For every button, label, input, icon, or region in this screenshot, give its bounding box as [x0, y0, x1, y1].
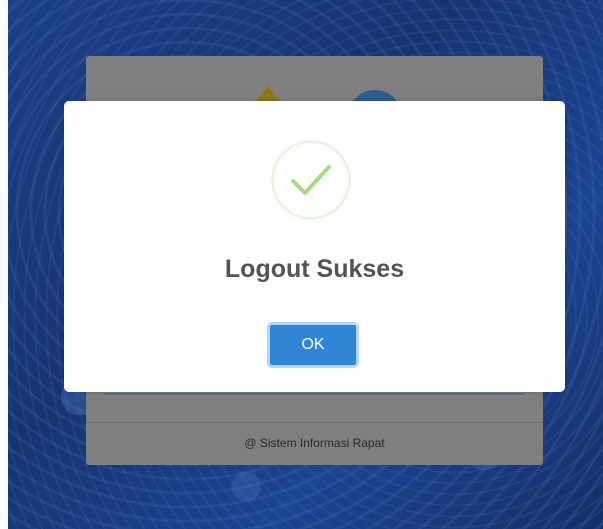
checkmark-icon: [291, 165, 331, 195]
ok-button[interactable]: OK: [267, 322, 359, 368]
footer-divider: [86, 422, 543, 423]
dialog-title: Logout Sukses: [224, 255, 405, 283]
screen: @ Sistem Informasi Rapat Logout Sukses O…: [0, 0, 603, 529]
footer-copyright: @ Sistem Informasi Rapat: [244, 436, 385, 450]
logout-success-dialog: Logout Sukses OK: [64, 101, 565, 392]
form-divider: [104, 393, 525, 395]
success-check-icon: [271, 140, 351, 220]
